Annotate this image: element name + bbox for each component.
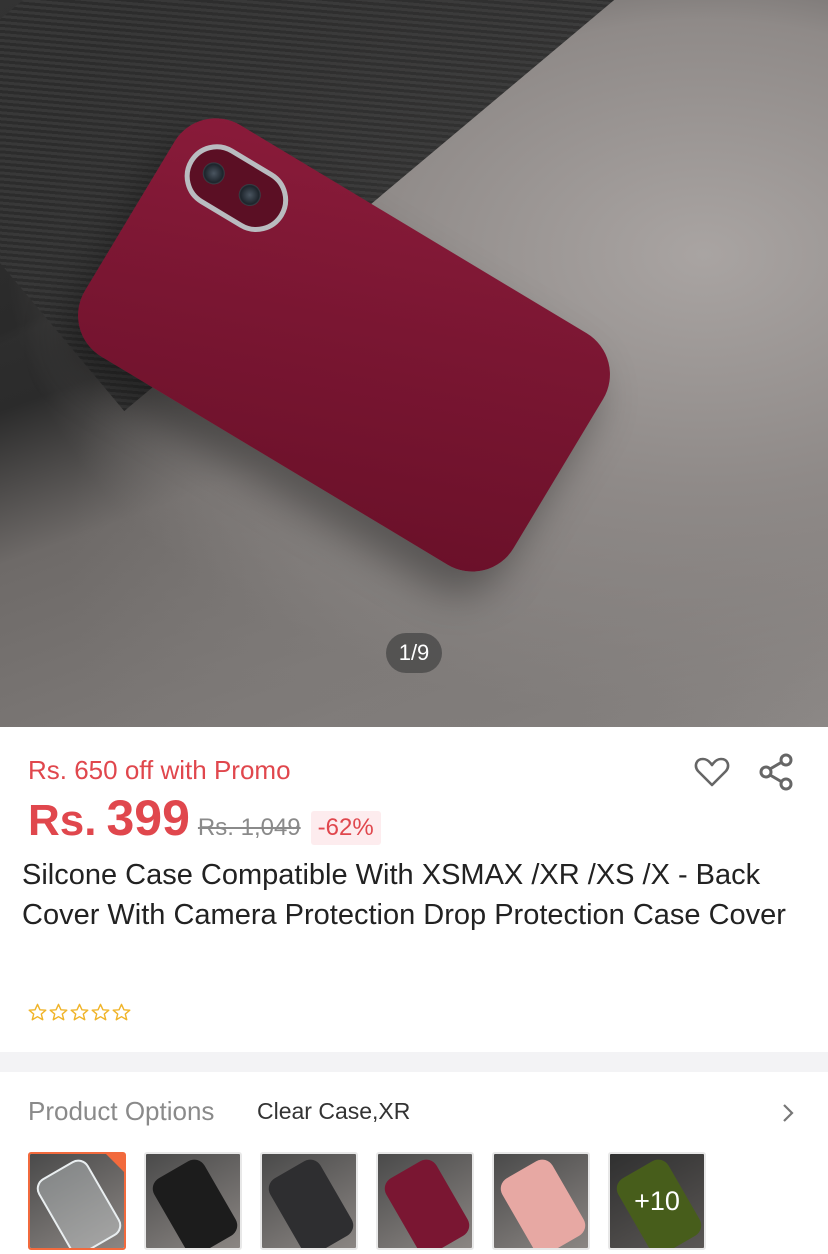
- star-outline-icon: [112, 1003, 131, 1021]
- product-image-gallery[interactable]: 1/9: [0, 0, 828, 727]
- product-title: Silcone Case Compatible With XSMAX /XR /…: [22, 859, 786, 931]
- star-outline-icon: [28, 1003, 47, 1021]
- star-outline-icon: [49, 1003, 68, 1021]
- selected-corner-marker: [106, 1154, 124, 1172]
- heart-icon[interactable]: [692, 752, 732, 792]
- lens-icon: [234, 179, 265, 211]
- current-price: 399: [106, 790, 190, 846]
- option-thumbnail-clear[interactable]: [28, 1152, 126, 1250]
- product-options-label: Product Options: [28, 1096, 215, 1126]
- price-row: Rs. 399 Rs. 1,049 -62%: [28, 789, 381, 847]
- discount-badge: -62%: [310, 811, 381, 845]
- image-counter: 1/9: [386, 633, 442, 673]
- selected-option[interactable]: Clear Case,XR: [257, 1098, 410, 1125]
- rating-stars[interactable]: [28, 1003, 131, 1022]
- original-price: Rs. 1,049: [197, 814, 301, 841]
- option-thumbnail-green[interactable]: +10: [608, 1152, 706, 1250]
- lens-icon: [198, 158, 229, 189]
- promo-text: Rs. 650 off with Promo: [28, 755, 291, 785]
- option-thumbnail-dark-grey[interactable]: [260, 1152, 358, 1250]
- camera-cutout: [172, 132, 301, 244]
- share-icon[interactable]: [756, 752, 796, 792]
- currency-label: Rs.: [28, 796, 97, 845]
- more-options-count: +10: [610, 1154, 704, 1248]
- chevron-right-icon[interactable]: [778, 1100, 798, 1126]
- star-outline-icon: [91, 1003, 110, 1021]
- option-thumbnail-maroon[interactable]: [376, 1152, 474, 1250]
- option-thumbnail-pink[interactable]: [492, 1152, 590, 1250]
- option-thumbnail-black[interactable]: [144, 1152, 242, 1250]
- section-divider: [0, 1052, 828, 1072]
- star-outline-icon: [70, 1003, 89, 1021]
- option-thumbnails: +10: [28, 1152, 706, 1250]
